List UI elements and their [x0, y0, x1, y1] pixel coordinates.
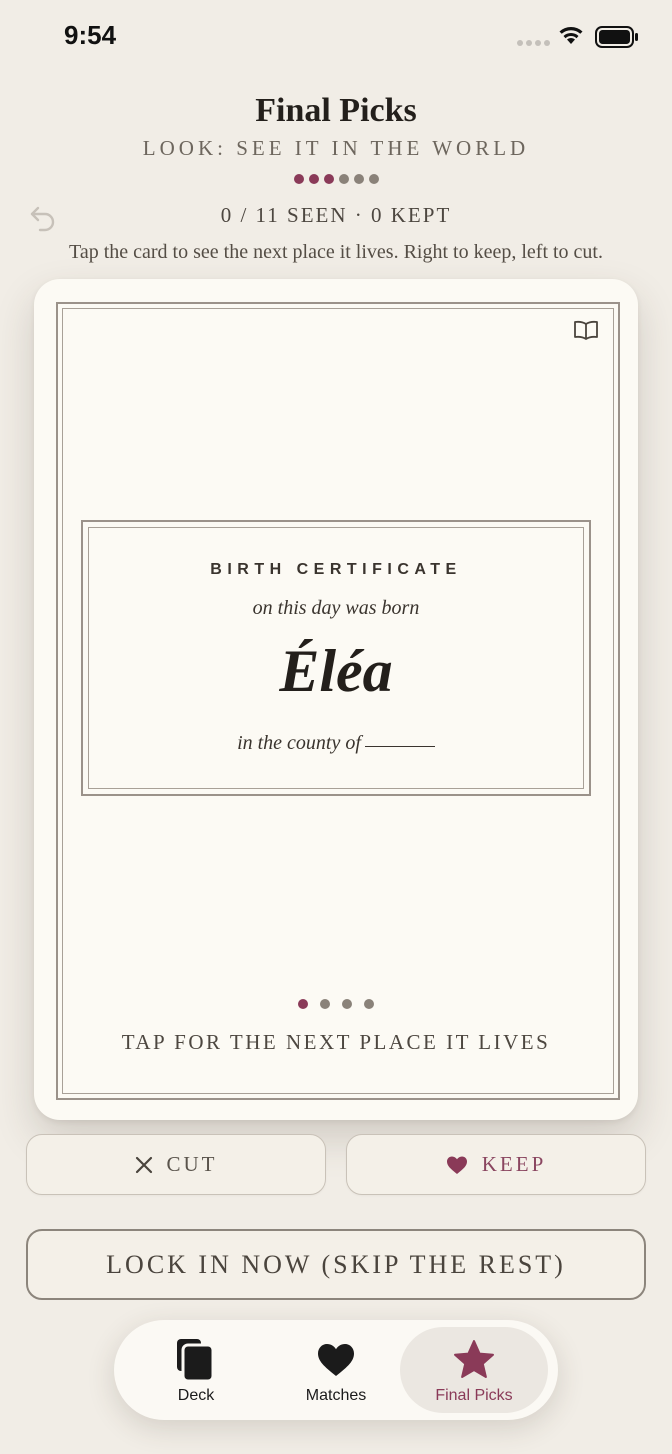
- keep-label: KEEP: [481, 1152, 547, 1176]
- place-page-dots: [34, 999, 638, 1009]
- progress-dot: [368, 174, 379, 184]
- close-icon: [135, 1156, 152, 1173]
- step-progress-dots: [0, 174, 672, 184]
- status-time: 9:54: [64, 20, 117, 50]
- place-dot: [298, 999, 308, 1009]
- tab-bar: Deck Matches Final Picks: [114, 1320, 558, 1420]
- certificate-born-line: on this day was born: [252, 597, 420, 619]
- place-dot: [364, 999, 374, 1009]
- tab-deck[interactable]: Deck: [122, 1327, 270, 1413]
- tab-matches[interactable]: Matches: [262, 1327, 410, 1413]
- county-blank-line: [364, 746, 435, 747]
- book-icon[interactable]: [573, 319, 599, 341]
- tab-deck-label: Deck: [177, 1387, 215, 1404]
- page-subtitle: LOOK: SEE IT IN THE WORLD: [142, 136, 530, 160]
- cards-icon: [177, 1339, 215, 1383]
- wifi-icon: [559, 27, 583, 44]
- name-card[interactable]: BIRTH CERTIFICATE on this day was born É…: [34, 279, 638, 1120]
- progress-dot: [323, 174, 334, 184]
- heart-icon: [446, 1156, 467, 1174]
- star-icon: [454, 1340, 494, 1378]
- page-title: Final Picks: [255, 92, 417, 129]
- status-bar: 9:54: [0, 0, 672, 74]
- place-dot: [320, 999, 330, 1009]
- cellular-signal-icon: [517, 40, 550, 46]
- progress-dot: [338, 174, 349, 184]
- progress-dot: [308, 174, 319, 184]
- tab-matches-label: Matches: [305, 1387, 367, 1404]
- tap-next-hint: TAP FOR THE NEXT PLACE IT LIVES: [121, 1030, 551, 1054]
- cut-button[interactable]: CUT: [26, 1134, 326, 1195]
- tab-final-picks-label: Final Picks: [435, 1387, 513, 1404]
- certificate-heading: BIRTH CERTIFICATE: [210, 561, 462, 578]
- certificate-county-line: in the county of: [81, 732, 591, 755]
- place-dot: [342, 999, 352, 1009]
- tab-final-picks[interactable]: Final Picks: [400, 1327, 548, 1413]
- heart-icon: [318, 1344, 354, 1376]
- battery-icon: [595, 26, 638, 48]
- seen-kept-count: 0 / 11 SEEN · 0 KEPT: [220, 203, 452, 227]
- instruction-text: Tap the card to see the next place it li…: [69, 241, 603, 263]
- county-label: in the county of: [237, 732, 361, 754]
- baby-name: Éléa: [279, 638, 393, 704]
- keep-button[interactable]: KEEP: [346, 1134, 646, 1195]
- progress-dot: [353, 174, 364, 184]
- cut-label: CUT: [166, 1152, 218, 1176]
- progress-dot: [293, 174, 304, 184]
- lock-in-button[interactable]: LOCK IN NOW (SKIP THE REST): [26, 1229, 646, 1300]
